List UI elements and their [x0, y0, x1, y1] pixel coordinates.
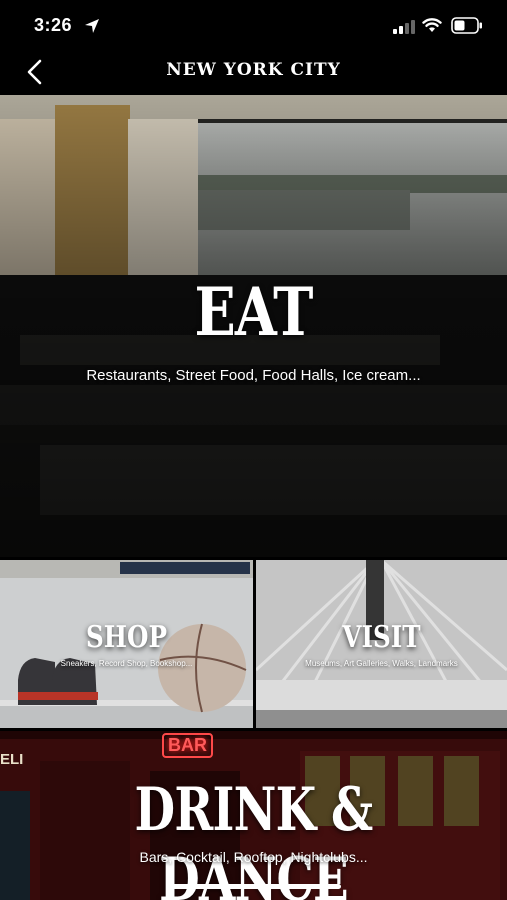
status-time: 3:26: [34, 15, 73, 35]
storefront-sign: ELI: [0, 751, 24, 768]
tile-title-eat: EAT: [194, 273, 313, 351]
tile-title-visit: VISIT: [342, 620, 421, 655]
category-tile-shop[interactable]: SHOP Sneakers, Record Shop, Bookshop...: [0, 560, 253, 728]
tile-subtitle-visit: Museums, Art Galleries, Walks, Landmarks: [305, 659, 458, 668]
tile-title-drink-dance: DRINK & DANCE: [134, 775, 374, 900]
page-title: NEW YORK CITY: [166, 60, 341, 80]
location-arrow-icon: [85, 19, 99, 33]
home-indicator: [167, 884, 341, 889]
category-tile-drink-dance[interactable]: BAR ELI DRINK & DANCE Bars, Cocktail, Ro…: [0, 731, 507, 900]
category-tile-visit[interactable]: VISIT Museums, Art Galleries, Walks, Lan…: [256, 560, 507, 728]
status-bar: 3:26: [0, 0, 507, 50]
cellular-signal-icon: [393, 20, 415, 34]
bar-neon-sign: BAR: [162, 733, 213, 758]
category-tile-eat[interactable]: EAT Restaurants, Street Food, Food Halls…: [0, 95, 507, 557]
tile-subtitle-drink-dance: Bars, Cocktail, Rooftop, Nightclubs...: [139, 849, 368, 865]
tile-title-shop: SHOP: [86, 620, 167, 655]
navigation-bar: NEW YORK CITY: [0, 50, 507, 95]
tile-subtitle-shop: Sneakers, Record Shop, Bookshop...: [60, 659, 193, 668]
wifi-icon: [422, 18, 442, 32]
tile-subtitle-eat: Restaurants, Street Food, Food Halls, Ic…: [86, 367, 421, 384]
battery-icon: [451, 17, 482, 34]
